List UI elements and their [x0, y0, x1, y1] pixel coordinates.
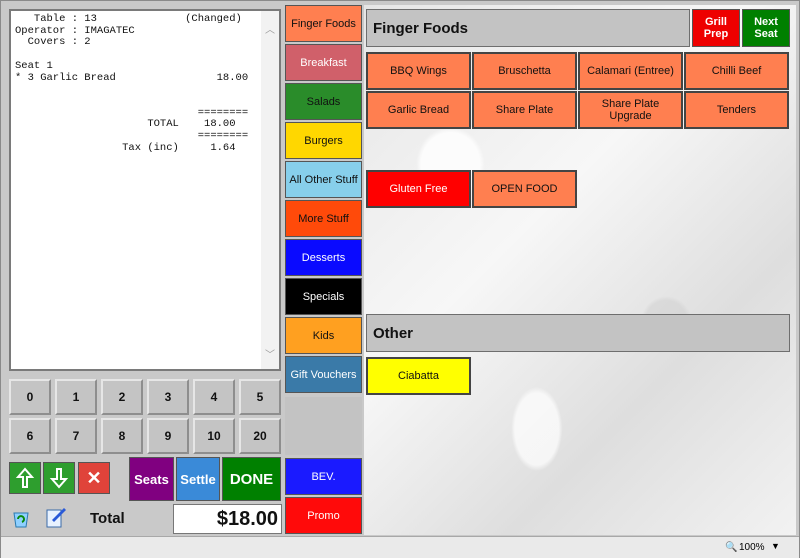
- keypad-key[interactable]: 3: [147, 379, 189, 415]
- section-title-finger-foods: Finger Foods: [366, 9, 690, 47]
- menu-item-button[interactable]: BBQ Wings: [366, 52, 471, 90]
- next-seat-button[interactable]: Next Seat: [742, 9, 790, 47]
- scroll-up-icon[interactable]: ︿: [265, 21, 275, 36]
- category-button[interactable]: More Stuff: [285, 200, 362, 237]
- category-button[interactable]: Kids: [285, 317, 362, 354]
- keypad-key[interactable]: 1: [55, 379, 97, 415]
- menu-item-button[interactable]: OPEN FOOD: [472, 170, 577, 208]
- zoom-level[interactable]: 100%: [739, 542, 765, 553]
- recycle-icon[interactable]: [9, 505, 33, 531]
- keypad-key[interactable]: 0: [9, 379, 51, 415]
- done-button[interactable]: DONE: [222, 457, 281, 501]
- total-label: Total: [90, 510, 125, 527]
- total-value: $18.00: [173, 504, 282, 534]
- seats-button[interactable]: Seats: [129, 457, 174, 501]
- menu-item-button[interactable]: Chilli Beef: [684, 52, 789, 90]
- category-empty-slot: [285, 397, 362, 455]
- category-button[interactable]: BEV.: [285, 458, 362, 495]
- category-button[interactable]: Finger Foods: [285, 5, 362, 42]
- category-button[interactable]: Burgers: [285, 122, 362, 159]
- keypad-key[interactable]: 8: [101, 418, 143, 454]
- edit-icon[interactable]: [43, 505, 69, 531]
- category-button[interactable]: Specials: [285, 278, 362, 315]
- arrow-down-button[interactable]: [43, 462, 75, 494]
- category-button[interactable]: Promo: [285, 497, 362, 534]
- menu-item-button[interactable]: Ciabatta: [366, 357, 471, 395]
- grill-prep-button[interactable]: Grill Prep: [692, 9, 740, 47]
- receipt-panel[interactable]: Table : 13 (Changed) Operator : IMAGATEC…: [9, 9, 281, 371]
- category-button[interactable]: Gift Vouchers: [285, 356, 362, 393]
- keypad-key[interactable]: 4: [193, 379, 235, 415]
- keypad-key[interactable]: 6: [9, 418, 51, 454]
- keypad-key[interactable]: 9: [147, 418, 189, 454]
- category-button[interactable]: Desserts: [285, 239, 362, 276]
- menu-item-button[interactable]: Tenders: [684, 91, 789, 129]
- keypad-key[interactable]: 7: [55, 418, 97, 454]
- void-item-button[interactable]: ✕: [78, 462, 110, 494]
- keypad-key[interactable]: 10: [193, 418, 235, 454]
- menu-item-button[interactable]: Calamari (Entree): [578, 52, 683, 90]
- arrow-up-button[interactable]: [9, 462, 41, 494]
- menu-item-button[interactable]: Gluten Free: [366, 170, 471, 208]
- keypad-key[interactable]: 5: [239, 379, 281, 415]
- category-button[interactable]: Breakfast: [285, 44, 362, 81]
- keypad-key[interactable]: 20: [239, 418, 281, 454]
- keypad-key[interactable]: 2: [101, 379, 143, 415]
- arrow-up-icon: [15, 467, 35, 488]
- menu-item-button[interactable]: Bruschetta: [472, 52, 577, 90]
- menu-item-button[interactable]: Garlic Bread: [366, 91, 471, 129]
- zoom-icon[interactable]: 🔍: [725, 542, 737, 553]
- scroll-down-icon[interactable]: ﹀: [265, 346, 275, 361]
- menu-area: Finger Foods Grill Prep Next Seat BBQ Wi…: [364, 5, 796, 535]
- category-button[interactable]: Salads: [285, 83, 362, 120]
- receipt-text: Table : 13 (Changed) Operator : IMAGATEC…: [15, 13, 249, 154]
- arrow-down-icon: [49, 468, 69, 489]
- menu-item-button[interactable]: Share Plate Upgrade: [578, 91, 683, 129]
- settle-button[interactable]: Settle: [176, 457, 220, 501]
- category-button[interactable]: All Other Stuff: [285, 161, 362, 198]
- pos-window: Table : 13 (Changed) Operator : IMAGATEC…: [0, 0, 800, 558]
- receipt-scrollbar[interactable]: ︿ ﹀: [261, 11, 279, 369]
- menu-item-button[interactable]: Share Plate: [472, 91, 577, 129]
- section-title-other: Other: [366, 314, 790, 352]
- chevron-down-icon[interactable]: ▼: [771, 541, 780, 551]
- close-icon: ✕: [86, 467, 102, 488]
- status-bar: 🔍 100% ▼: [1, 536, 799, 558]
